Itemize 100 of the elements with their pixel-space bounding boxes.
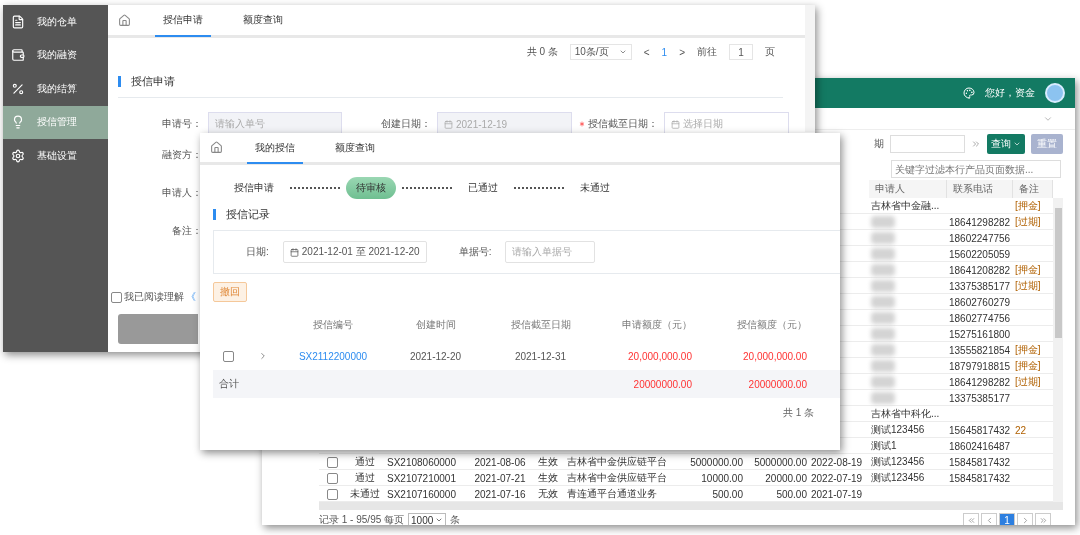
page-size-select[interactable]: 1000	[408, 513, 447, 525]
section-marker	[118, 76, 121, 87]
table-cell-text: 18602247756	[948, 231, 1012, 246]
record-count: 记录 1 - 95/95 每页	[319, 513, 405, 525]
table-cell-text: 无效	[537, 487, 559, 501]
field-label: 授信截至日期：	[588, 117, 659, 131]
step: 授信申请	[224, 177, 284, 199]
table-cell-text: 通过	[354, 471, 376, 485]
horizontal-scrollbar[interactable]	[319, 502, 1063, 510]
table-cell-text: 500.00	[775, 487, 808, 502]
table-cell-text: SX2108060000	[386, 455, 457, 470]
filter-field[interactable]: 关键字过滤本行产品页面数据...	[891, 160, 1061, 178]
settings-icon	[11, 148, 25, 163]
table-cell-text: [过期]	[1014, 215, 1042, 229]
column-header: 创建时间	[414, 318, 457, 332]
table-cell-text: 2022-08-19	[810, 455, 864, 470]
lightbulb-icon	[11, 115, 25, 130]
avatar[interactable]	[1045, 83, 1065, 103]
row-checkbox[interactable]	[326, 456, 338, 468]
table-cell-text: 10000.00	[700, 471, 744, 486]
goto-label: 前往	[697, 45, 717, 59]
field-label: 单据号:	[458, 245, 493, 259]
double-chevron-left-icon	[966, 515, 976, 525]
scrollbar[interactable]	[1053, 198, 1063, 502]
page-number[interactable]: 1	[661, 46, 668, 58]
table-cell-text: 5000000.00	[753, 455, 808, 470]
table-cell-text: 20000.00	[764, 471, 808, 486]
table-cell-text: 青连通平台通道业务	[566, 487, 658, 501]
row-checkbox[interactable]	[326, 488, 338, 500]
table-cell-text: 20,000,000.00	[742, 349, 808, 364]
tab[interactable]: 我的授信	[247, 133, 303, 164]
step: 未通过	[570, 177, 620, 199]
table-cell-text: 通过	[354, 455, 376, 469]
previous-page-button[interactable]	[981, 513, 997, 525]
table-cell-text: 2021-12-31	[513, 349, 568, 364]
table-cell-text: 500.00	[711, 487, 744, 502]
caret-icon	[435, 516, 444, 524]
table-cell-text: 测试123456	[870, 471, 926, 485]
previous-page-button[interactable]: <	[643, 46, 650, 58]
record-count: 共 1 条	[782, 406, 814, 420]
step: 已通过	[458, 177, 508, 199]
calendar-icon	[671, 119, 680, 129]
agreement-link[interactable]: 《	[186, 290, 196, 304]
total-label: 合计	[218, 377, 240, 391]
scrollbar[interactable]	[805, 5, 815, 132]
first-page-button[interactable]	[963, 513, 979, 525]
last-page-button[interactable]	[1035, 513, 1051, 525]
table-cell-text: [押金]	[1014, 263, 1042, 277]
page-size-select[interactable]: 10条/页	[569, 44, 632, 60]
date-field[interactable]	[890, 135, 965, 153]
page-unit: 页	[765, 45, 775, 59]
tab[interactable]: 额度查询	[327, 133, 383, 164]
table-cell-text: 生效	[537, 455, 559, 469]
table-cell-text: 15845817432	[948, 471, 1012, 486]
double-chevron-right-icon	[1038, 515, 1048, 525]
home-icon[interactable]	[118, 13, 131, 27]
query-button[interactable]: 查询	[987, 134, 1025, 154]
credit-number-link[interactable]: SX2112200000	[283, 342, 383, 370]
sidebar-item[interactable]: 基础设置	[3, 139, 108, 173]
palette-icon[interactable]	[963, 87, 975, 99]
column-header: 申请额度（元）	[621, 318, 693, 332]
page-input[interactable]: 1	[729, 44, 753, 60]
table-cell-text: 22	[1014, 423, 1028, 438]
document-icon	[11, 14, 25, 29]
column-header: 授信编号	[312, 318, 354, 332]
table-cell-text: 5000000.00	[689, 455, 744, 470]
tab[interactable]: 授信申请	[155, 5, 211, 37]
page-button[interactable]: 1	[999, 513, 1015, 525]
greeting: 您好，资金	[985, 86, 1035, 100]
table-cell-text: 2021-07-21	[473, 471, 527, 486]
sidebar-item[interactable]: 我的结算	[3, 72, 108, 106]
table-cell-text: 2021-12-20	[408, 349, 463, 364]
table-cell-text: SX2107210001	[386, 471, 457, 486]
expand-icon[interactable]	[971, 139, 981, 149]
submit-button[interactable]	[118, 314, 198, 344]
field-label: 期	[874, 137, 884, 151]
wallet-icon	[11, 48, 25, 63]
column-header: 备注	[1013, 180, 1053, 198]
home-icon[interactable]	[210, 141, 223, 154]
field-label: 备注：	[171, 224, 203, 238]
column-header: 授信截至日期	[509, 318, 572, 332]
section-marker	[213, 209, 216, 220]
table-cell-text: [过期]	[1014, 375, 1042, 389]
field-label: 创建日期：	[381, 117, 432, 131]
sidebar-item[interactable]: 我的融资	[3, 38, 108, 72]
date-range-field[interactable]: 2021-12-01 至 2021-12-20	[282, 241, 427, 263]
table-cell-text: 测试1	[870, 439, 898, 453]
table-cell-text: 18602760279	[948, 295, 1012, 310]
expand-icon[interactable]	[258, 351, 268, 361]
next-page-button[interactable]	[1017, 513, 1033, 525]
column-header: 联系电话	[947, 180, 1013, 198]
row-checkbox[interactable]	[222, 350, 234, 362]
agreement-checkbox[interactable]	[111, 291, 122, 303]
table-cell-text: 吉林省中金融...	[870, 199, 941, 213]
next-page-button[interactable]: >	[679, 46, 685, 58]
sidebar-item[interactable]: 我的仓单	[3, 5, 108, 39]
step: 待审核	[346, 177, 396, 199]
row-checkbox[interactable]	[326, 472, 338, 484]
tab[interactable]: 额度查询	[235, 5, 291, 37]
table-cell-text: 18641208282	[948, 263, 1012, 278]
